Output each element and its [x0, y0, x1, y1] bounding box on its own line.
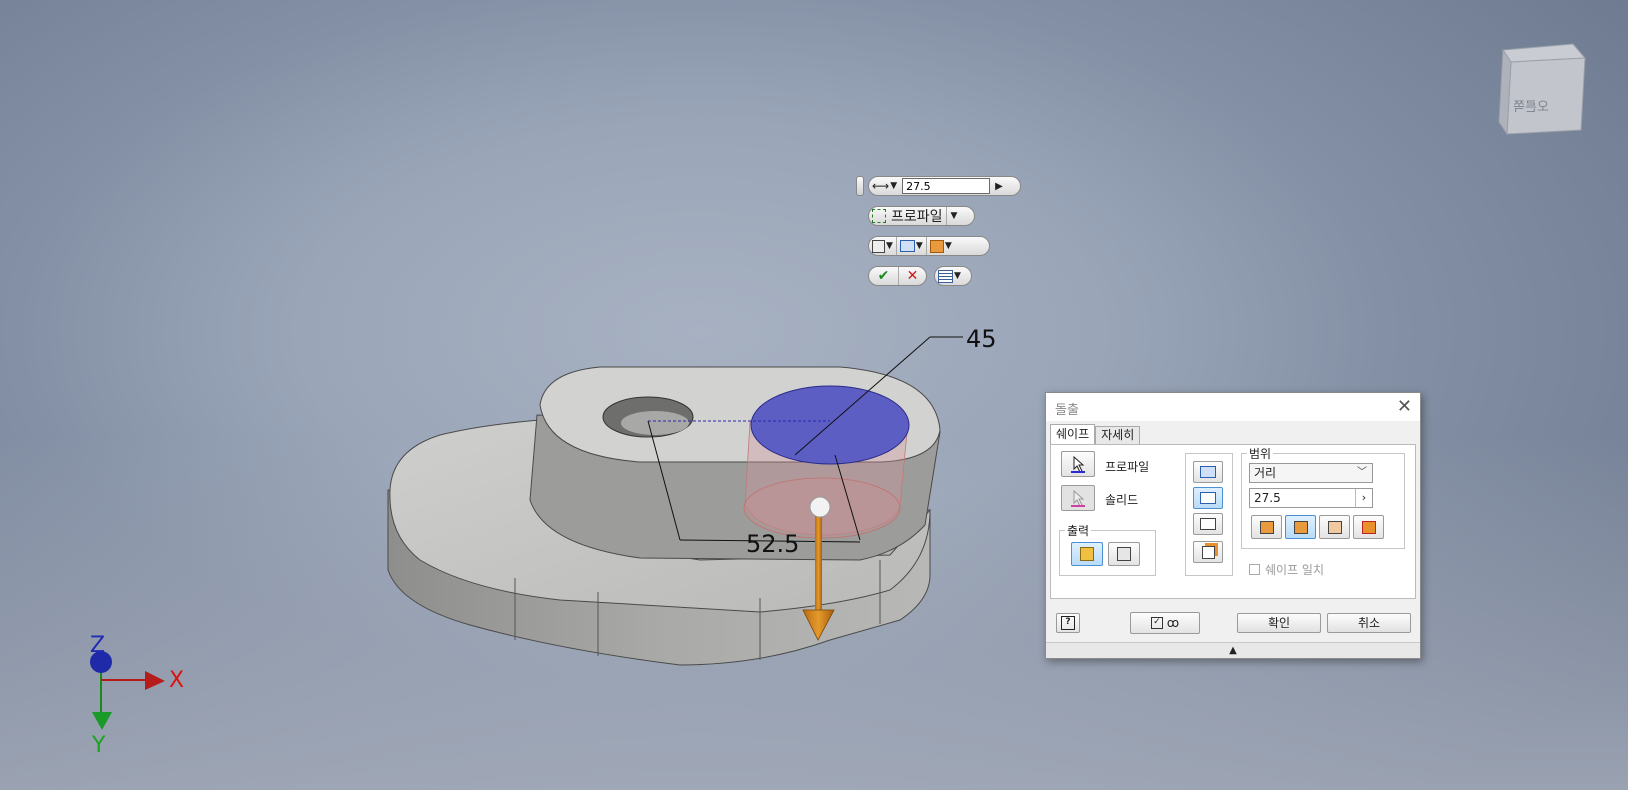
shape-panel: 프로파일 솔리드 출력 범위 거리 ﹀ 27.5 › 쉐이프 일치 — [1050, 444, 1416, 599]
axis-label-y: Y — [92, 733, 106, 758]
direction-arrow-shaft — [815, 510, 822, 610]
distance-field-value: 27.5 — [1254, 491, 1281, 505]
intersect-button[interactable] — [1193, 513, 1223, 535]
direction-2-button[interactable] — [1285, 515, 1316, 539]
extrude-dialog[interactable]: 돌출 ✕ 쉐이프 자세히 프로파일 솔리드 출력 범위 거리 ﹀ 27.5 › … — [1045, 392, 1421, 659]
profile-arrow-icon — [1071, 455, 1085, 473]
cancel-x-icon: ✕ — [906, 268, 919, 284]
profile-select-icon — [872, 209, 886, 223]
cancel-mini-button[interactable]: ✕ — [898, 267, 926, 285]
viewcube-face-label: 오른쪽 — [1513, 100, 1549, 115]
ok-dialog-button[interactable]: 확인 — [1237, 613, 1321, 633]
asymmetric-button[interactable] — [1353, 515, 1384, 539]
distance-mode-dropdown[interactable]: ⟷ ▼ — [869, 177, 900, 195]
ok-check-icon: ✔ — [877, 268, 890, 284]
profile-button[interactable]: 프로파일 ▼ — [868, 206, 975, 226]
drag-handle-sphere — [809, 496, 831, 518]
output-group-title: 출력 — [1065, 522, 1092, 539]
solid-cube-icon — [1080, 547, 1094, 561]
profile-label: 프로파일 — [1105, 460, 1150, 474]
dimension-label-52-5[interactable]: 52.5 — [746, 530, 799, 558]
solid-arrow-icon — [1071, 489, 1085, 507]
glasses-icon: ꝏ — [1166, 616, 1180, 630]
help-icon: ? — [1061, 616, 1075, 630]
profile-button-main: 프로파일 — [869, 207, 946, 225]
join-icon — [1200, 466, 1216, 478]
options-icon — [938, 269, 953, 283]
extents-type-value: 거리 — [1254, 466, 1277, 480]
distance-expand-icon[interactable]: › — [1355, 489, 1372, 507]
direction-1-button[interactable] — [1251, 515, 1282, 539]
symmetric-icon — [1327, 520, 1342, 534]
axis-label-x: X — [169, 668, 185, 693]
cut-button[interactable] — [1193, 487, 1223, 509]
new-solid-button[interactable] — [1193, 541, 1223, 563]
distance-field[interactable]: 27.5 › — [1249, 488, 1373, 508]
close-icon[interactable]: ✕ — [1397, 396, 1412, 417]
options-dropdown-inner: ▼ — [935, 267, 964, 285]
taper-dropdown[interactable]: ▼ — [925, 237, 955, 255]
tab-more[interactable]: 자세히 — [1095, 426, 1141, 444]
checkbox-checked-icon: ✓ — [1150, 617, 1163, 629]
dialog-tabs: 쉐이프 자세히 — [1050, 424, 1141, 444]
dialog-titlebar[interactable]: 돌출 ✕ — [1046, 393, 1420, 421]
output-solid-button[interactable] — [1071, 542, 1103, 566]
intersect-icon — [1200, 518, 1216, 530]
solid-select-button[interactable] — [1061, 485, 1095, 511]
mini-toolbar-options-row: ▼ ▼ ▼ — [868, 236, 990, 256]
direction-2-icon — [1293, 520, 1308, 534]
cut-icon — [1200, 492, 1216, 504]
match-shape-label: 쉐이프 일치 — [1265, 563, 1325, 577]
help-button[interactable]: ? — [1056, 613, 1080, 633]
profile-button-label: 프로파일 — [891, 209, 943, 225]
axis-label-z: Z — [90, 633, 106, 658]
mini-toolbar-grip[interactable] — [856, 176, 864, 196]
preview-toggle[interactable]: ✓ ꝏ — [1130, 612, 1200, 634]
axis-triad — [90, 651, 165, 730]
profile-dropdown[interactable]: ▼ — [945, 207, 961, 225]
dialog-title: 돌출 — [1055, 403, 1079, 418]
chevron-down-icon: ﹀ — [1357, 467, 1367, 478]
output-surface-button[interactable] — [1108, 542, 1140, 566]
surface-cube-icon — [1117, 547, 1131, 561]
solid-label: 솔리드 — [1105, 493, 1139, 507]
dimension-label-45[interactable]: 45 — [966, 325, 997, 353]
distance-expand-arrow[interactable]: ▶ — [992, 177, 1006, 195]
mini-toolbar-distance-row: ⟷▼ ▶ — [868, 176, 1021, 196]
ok-cancel-group: ✔ ✕ — [868, 266, 927, 286]
direction-1-icon — [1259, 520, 1274, 534]
new-solid-icon — [1201, 545, 1215, 559]
output-shape-icon — [872, 239, 885, 253]
extents-type-select[interactable]: 거리 ﹀ — [1249, 463, 1373, 483]
distance-input[interactable] — [902, 178, 991, 194]
ok-button[interactable]: ✔ — [869, 267, 898, 285]
taper-icon — [929, 239, 944, 253]
options-dropdown[interactable]: ▼ — [934, 266, 972, 286]
direction-dropdown[interactable]: ▼ — [895, 237, 926, 255]
dialog-expand-toggle[interactable]: ▲ — [1046, 642, 1420, 658]
match-shape-checkbox[interactable] — [1249, 564, 1260, 575]
viewcube[interactable]: 오른쪽 — [1495, 42, 1587, 141]
cancel-dialog-button[interactable]: 취소 — [1327, 613, 1411, 633]
asymmetric-icon — [1361, 520, 1376, 534]
direction-icon — [899, 240, 915, 252]
profile-select-button[interactable] — [1061, 451, 1095, 477]
output-dropdown[interactable]: ▼ — [869, 237, 896, 255]
join-button[interactable] — [1193, 461, 1223, 483]
triangle-up-icon: ▲ — [1229, 645, 1237, 656]
tab-shape[interactable]: 쉐이프 — [1050, 424, 1096, 444]
extents-group-title: 범위 — [1247, 445, 1274, 462]
symmetric-button[interactable] — [1319, 515, 1350, 539]
distance-icon: ⟷ — [872, 179, 890, 193]
